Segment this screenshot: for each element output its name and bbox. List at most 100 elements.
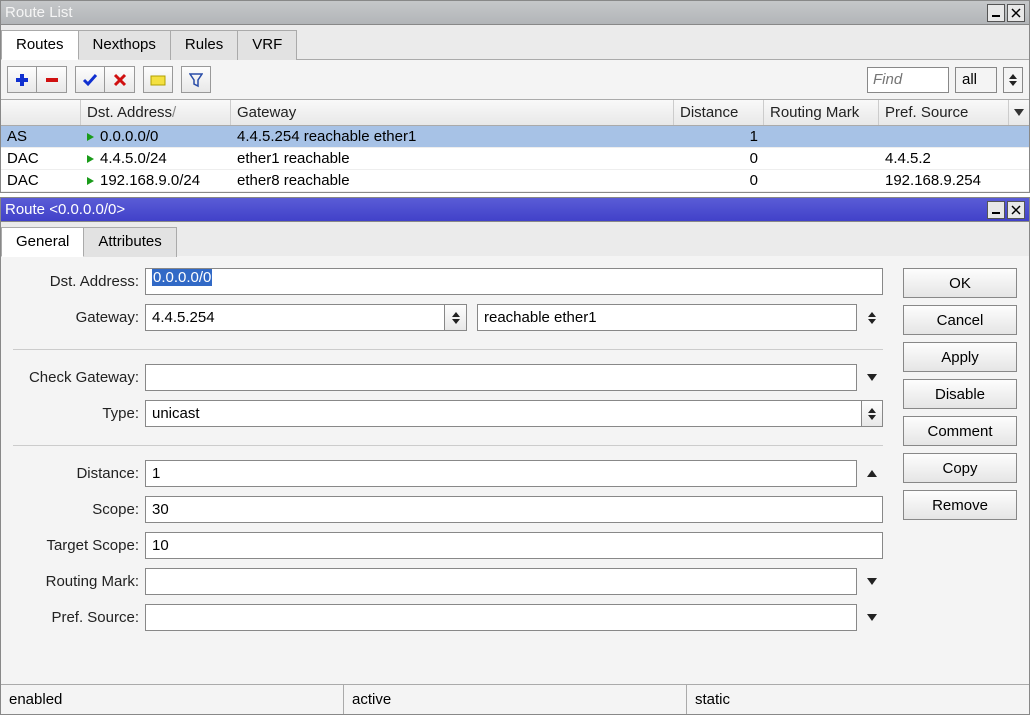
th-distance[interactable]: Distance: [674, 100, 764, 125]
close-button[interactable]: [1007, 201, 1025, 219]
th-dst[interactable]: Dst. Address/: [81, 100, 231, 125]
gateway-input[interactable]: [145, 304, 445, 331]
gateway-status: [477, 304, 857, 331]
cell-routing-mark: [764, 157, 879, 161]
titlebar[interactable]: Route List: [1, 1, 1029, 25]
disable-button[interactable]: Disable: [903, 379, 1017, 409]
type-input[interactable]: [145, 400, 862, 427]
apply-button[interactable]: Apply: [903, 342, 1017, 372]
add-button[interactable]: [7, 66, 37, 93]
route-detail-tabs: General Attributes: [1, 222, 1029, 256]
cell-pref: 4.4.5.2: [879, 148, 1009, 169]
routing-mark-toggle[interactable]: [861, 568, 883, 595]
cell-flags: DAC: [1, 170, 81, 191]
button-column: OK Cancel Apply Disable Comment Copy Rem…: [903, 268, 1017, 520]
table-row[interactable]: DAC 192.168.9.0/24 ether8 reachable 0 19…: [1, 170, 1029, 192]
cell-flags: AS: [1, 126, 81, 147]
filter-button[interactable]: [181, 66, 211, 93]
table-row[interactable]: DAC 4.4.5.0/24 ether1 reachable 0 4.4.5.…: [1, 148, 1029, 170]
detail-body: Dst. Address: 0.0.0.0/0 Gateway: Check G…: [1, 256, 1029, 644]
target-scope-label: Target Scope:: [13, 537, 145, 554]
dst-address-input[interactable]: 0.0.0.0/0: [145, 268, 883, 295]
routing-mark-label: Routing Mark:: [13, 573, 145, 590]
scope-input[interactable]: [145, 496, 883, 523]
cell-dst: 0.0.0.0/0: [81, 126, 231, 147]
separator: [13, 445, 883, 446]
cell-routing-mark: [764, 179, 879, 183]
pref-source-input[interactable]: [145, 604, 857, 631]
gateway-label: Gateway:: [13, 309, 145, 326]
cell-dst: 4.4.5.0/24: [81, 148, 231, 169]
find-input[interactable]: [867, 67, 949, 93]
comment-button[interactable]: [143, 66, 173, 93]
filter-value: all: [962, 71, 977, 88]
window-title: Route List: [5, 4, 985, 21]
minimize-button[interactable]: [987, 4, 1005, 22]
status-enabled: enabled: [1, 685, 344, 714]
cell-distance: 0: [674, 148, 764, 169]
routing-mark-input[interactable]: [145, 568, 857, 595]
tab-routes[interactable]: Routes: [1, 30, 79, 60]
route-detail-window: Route <0.0.0.0/0> General Attributes Dst…: [0, 197, 1030, 715]
cell-distance: 0: [674, 170, 764, 191]
active-icon: [87, 177, 94, 185]
cell-routing-mark: [764, 135, 879, 139]
cell-gateway: 4.4.5.254 reachable ether1: [231, 126, 674, 147]
cell-distance: 1: [674, 126, 764, 147]
tab-attributes[interactable]: Attributes: [83, 227, 176, 257]
tab-nexthops[interactable]: Nexthops: [78, 30, 171, 60]
disable-button[interactable]: [105, 66, 135, 93]
remove-button[interactable]: Remove: [903, 490, 1017, 520]
distance-input[interactable]: [145, 460, 857, 487]
copy-button[interactable]: Copy: [903, 453, 1017, 483]
gateway-dropdown[interactable]: [445, 304, 467, 331]
table-row[interactable]: AS 0.0.0.0/0 4.4.5.254 reachable ether1 …: [1, 126, 1029, 148]
window-title: Route <0.0.0.0/0>: [5, 201, 985, 218]
tab-vrf[interactable]: VRF: [237, 30, 297, 60]
cell-pref: 192.168.9.254: [879, 170, 1009, 191]
status-bar: enabled active static: [1, 684, 1029, 714]
pref-source-toggle[interactable]: [861, 604, 883, 631]
type-dropdown[interactable]: [861, 400, 883, 427]
cell-pref: [879, 135, 1009, 139]
filter-dropdown[interactable]: [1003, 67, 1023, 93]
distance-label: Distance:: [13, 465, 145, 482]
status-active: active: [344, 685, 687, 714]
close-button[interactable]: [1007, 4, 1025, 22]
dst-label: Dst. Address:: [13, 273, 145, 290]
titlebar[interactable]: Route <0.0.0.0/0>: [1, 198, 1029, 222]
separator: [13, 349, 883, 350]
th-flags[interactable]: [1, 100, 81, 125]
scope-label: Scope:: [13, 501, 145, 518]
minimize-button[interactable]: [987, 201, 1005, 219]
table-body: AS 0.0.0.0/0 4.4.5.254 reachable ether1 …: [1, 126, 1029, 192]
form-column: Dst. Address: 0.0.0.0/0 Gateway: Check G…: [13, 268, 883, 640]
ok-button[interactable]: OK: [903, 268, 1017, 298]
target-scope-input[interactable]: [145, 532, 883, 559]
gateway-expand[interactable]: [861, 304, 883, 331]
cell-gateway: ether1 reachable: [231, 148, 674, 169]
pref-source-label: Pref. Source:: [13, 609, 145, 626]
route-list-tabs: Routes Nexthops Rules VRF: [1, 25, 1029, 60]
th-routing-mark[interactable]: Routing Mark: [764, 100, 879, 125]
type-label: Type:: [13, 405, 145, 422]
status-static: static: [687, 685, 1029, 714]
tab-rules[interactable]: Rules: [170, 30, 238, 60]
cell-flags: DAC: [1, 148, 81, 169]
table-header: Dst. Address/ Gateway Distance Routing M…: [1, 100, 1029, 126]
check-gw-toggle[interactable]: [861, 364, 883, 391]
filter-select[interactable]: all: [955, 67, 997, 93]
th-column-chooser[interactable]: [1009, 100, 1029, 125]
check-gateway-input[interactable]: [145, 364, 857, 391]
tab-general[interactable]: General: [1, 227, 84, 257]
comment-button[interactable]: Comment: [903, 416, 1017, 446]
cell-gateway: ether8 reachable: [231, 170, 674, 191]
cell-dst: 192.168.9.0/24: [81, 170, 231, 191]
route-list-window: Route List Routes Nexthops Rules VRF all: [0, 0, 1030, 193]
remove-button[interactable]: [37, 66, 67, 93]
distance-toggle[interactable]: [861, 460, 883, 487]
enable-button[interactable]: [75, 66, 105, 93]
cancel-button[interactable]: Cancel: [903, 305, 1017, 335]
th-gateway[interactable]: Gateway: [231, 100, 674, 125]
th-pref-source[interactable]: Pref. Source: [879, 100, 1009, 125]
